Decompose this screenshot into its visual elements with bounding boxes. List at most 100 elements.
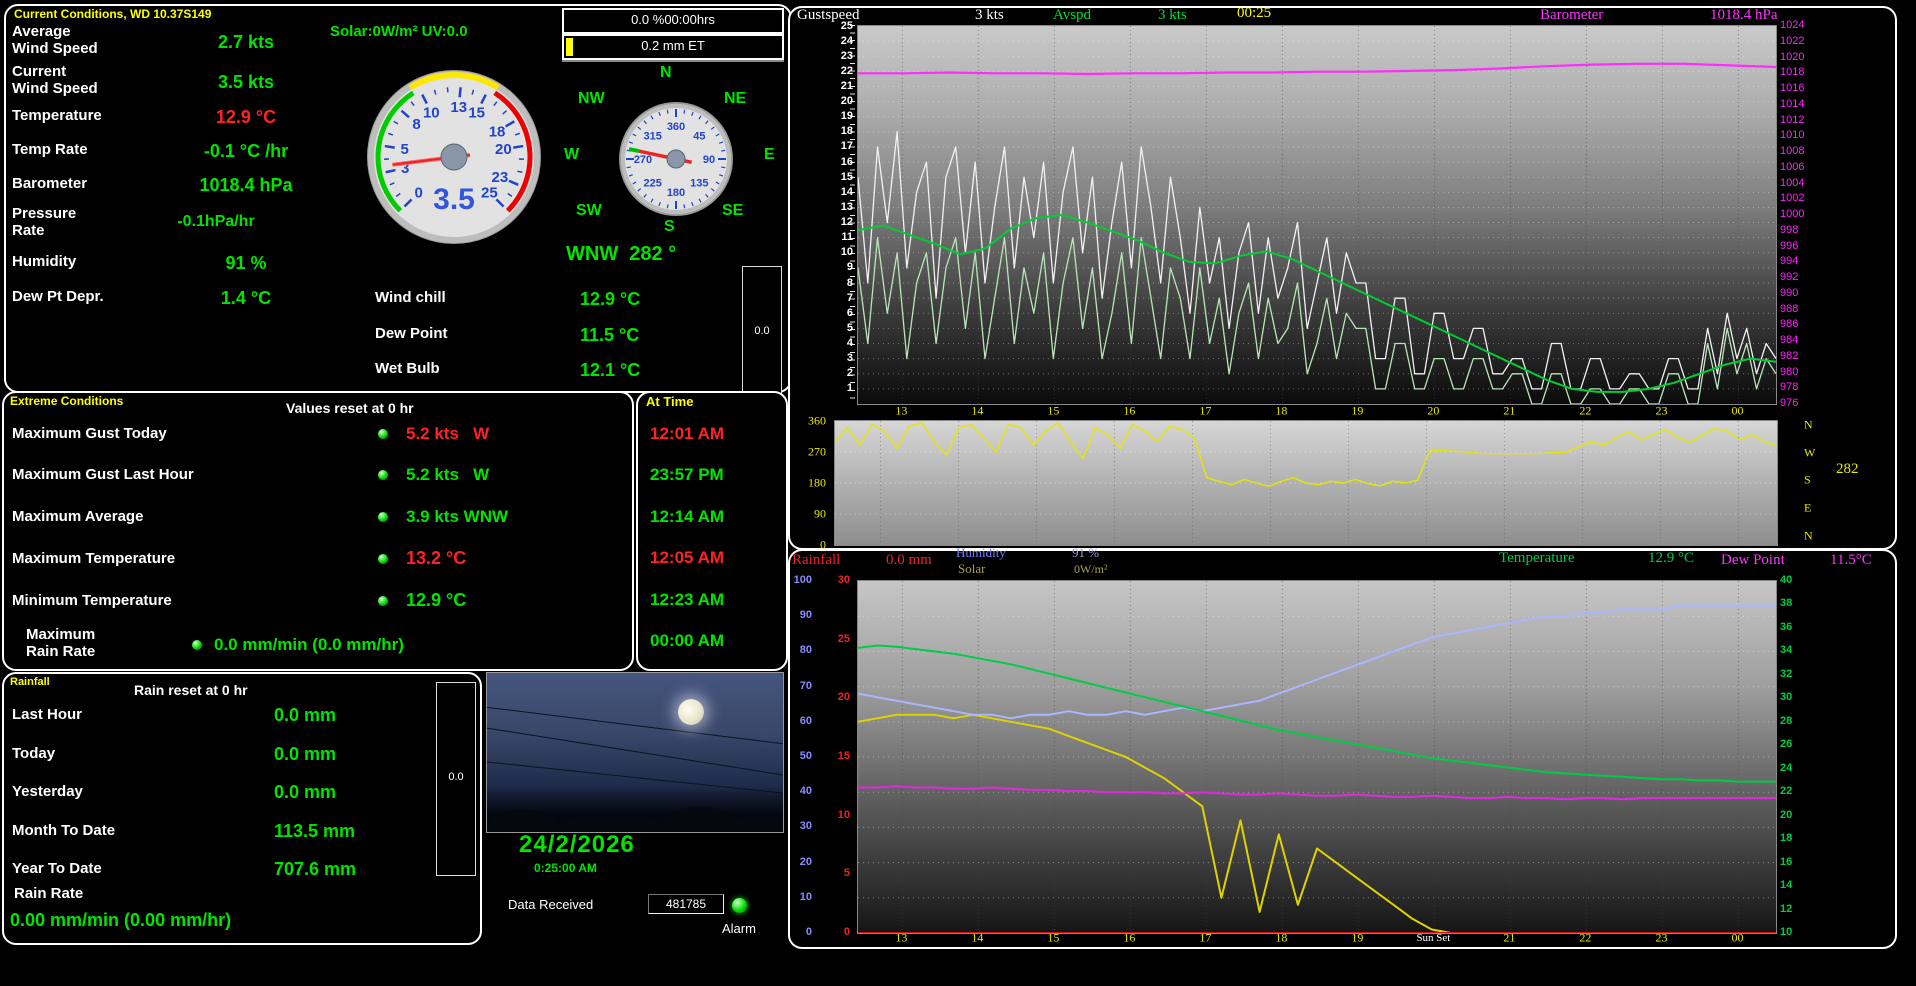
- status-led: [378, 554, 388, 564]
- baro-y-tick: 1010: [1780, 129, 1805, 142]
- row-label: Average Wind Speed: [12, 23, 98, 57]
- gust-y-tick: 11: [841, 231, 853, 244]
- dir-y-tick: 0: [820, 537, 826, 552]
- status-led: [192, 640, 202, 650]
- climate-green-tick: 16: [1780, 855, 1793, 868]
- humidity-series-label: Humidity: [956, 545, 1006, 560]
- solar-series-value: 0W/m²: [1074, 562, 1108, 576]
- uv-bar-gauge: 0.0: [742, 266, 782, 394]
- climate-blue-tick: 20: [799, 855, 812, 868]
- wind-direction-chart: [834, 420, 1778, 546]
- extreme-time: 12:23 AM: [650, 590, 725, 609]
- climate-x-tick: 16: [1123, 930, 1136, 945]
- gust-y-tick: 15: [840, 170, 853, 183]
- climate-x-tick: Sun Set: [1416, 932, 1451, 944]
- temperature-series-label: Temperature: [1499, 550, 1575, 566]
- gust-x-tick: 13: [895, 403, 908, 418]
- compass-cardinal-e: E: [764, 146, 775, 163]
- extreme-row-value: 5.2 kts W: [406, 424, 490, 443]
- compass-cardinal-w: W: [564, 146, 580, 163]
- svg-text:25: 25: [481, 184, 498, 201]
- dir-compass-letter: N: [1804, 528, 1813, 543]
- solar-uv-readout: Solar:0W/m² UV:0.0: [330, 23, 468, 40]
- extreme-row-label: Maximum Rain Rate: [26, 626, 96, 660]
- rain-row-value: 0.0 mm: [274, 782, 337, 802]
- gust-y-tick: 24: [840, 34, 853, 47]
- extreme-row-label: Maximum Temperature: [12, 550, 176, 567]
- dir-compass-letter: E: [1804, 500, 1812, 515]
- climate-x-tick: 13: [895, 930, 908, 945]
- gust-x-tick: 22: [1579, 403, 1592, 418]
- wind-direction-readout: WNW 282 °: [566, 243, 677, 265]
- current-time: 0:25:00 AM: [534, 861, 597, 875]
- row-label: Barometer: [12, 175, 88, 192]
- climate-x-tick: 17: [1199, 930, 1212, 945]
- dir-compass-letter: S: [1804, 472, 1811, 487]
- at-time-title: At Time: [646, 394, 694, 409]
- row-value: 91 %: [225, 253, 267, 273]
- svg-text:45: 45: [693, 131, 705, 143]
- wind-speed-gauge: 035810 13 15182023253.5: [367, 70, 541, 244]
- climate-green-tick: 38: [1780, 597, 1793, 610]
- gust-x-tick: 00: [1731, 403, 1744, 418]
- dewpoint-series-value: 11.5°C: [1830, 552, 1872, 568]
- climate-blue-tick: 50: [799, 750, 812, 762]
- gust-y-tick: 9: [846, 261, 853, 274]
- compass-cardinal-nw: NW: [578, 90, 605, 107]
- panel-title: Current Conditions, WD 10.37S149: [14, 7, 212, 21]
- extreme-time: 12:01 AM: [650, 424, 725, 443]
- gust-y-tick: 1: [846, 382, 853, 395]
- extreme-row-label: Maximum Average: [12, 508, 144, 525]
- current-date: 24/2/2026: [519, 831, 635, 858]
- svg-text:135: 135: [690, 177, 708, 189]
- svg-text:23: 23: [492, 169, 509, 186]
- gust-y-tick: 25: [840, 19, 853, 32]
- derived-value: 11.5 °C: [580, 325, 640, 345]
- gust-y-tick: 18: [840, 125, 853, 138]
- baro-y-tick: 1024: [1780, 19, 1805, 31]
- row-value: 1018.4 hPa: [199, 175, 293, 195]
- extreme-row-value: 3.9 kts WNW: [406, 507, 509, 526]
- climate-green-tick: 18: [1780, 832, 1793, 845]
- derived-label: Dew Point: [375, 325, 448, 342]
- rain-row-label: Month To Date: [12, 822, 116, 839]
- gust-y-tick: 22: [840, 64, 853, 77]
- svg-text:180: 180: [667, 187, 685, 199]
- data-received-value: 481785: [648, 894, 724, 914]
- rain-bar-value: 0.0: [448, 771, 464, 783]
- climate-x-tick: 14: [971, 930, 984, 945]
- rain-reset-note: Rain reset at 0 hr: [134, 682, 248, 698]
- rain-row-label: Last Hour: [12, 706, 83, 723]
- derived-label: Wet Bulb: [375, 360, 440, 377]
- extremes-title: Extreme Conditions: [10, 394, 124, 408]
- avgspeed-label: Avspd: [1053, 7, 1092, 23]
- svg-text:18: 18: [489, 124, 506, 141]
- climate-green-tick: 30: [1780, 691, 1793, 704]
- climate-green-tick: 20: [1780, 808, 1793, 821]
- tree-silhouette: [487, 786, 783, 832]
- baro-y-tick: 1018: [1780, 66, 1805, 79]
- moon-photo: [486, 672, 784, 833]
- baro-y-tick: 986: [1780, 318, 1799, 331]
- baro-y-tick: 1020: [1780, 50, 1805, 63]
- gust-y-tick: 13: [840, 200, 853, 213]
- rain-row-value: 707.6 mm: [274, 859, 357, 879]
- gust-y-tick: 4: [846, 337, 853, 350]
- gust-x-tick: 18: [1275, 403, 1288, 418]
- gust-x-tick: 19: [1351, 403, 1364, 418]
- extreme-conditions-panel: Extreme Conditions Values reset at 0 hr …: [2, 391, 634, 671]
- gust-x-tick: 16: [1123, 403, 1136, 418]
- climate-green-tick: 12: [1780, 902, 1793, 915]
- climate-green-tick: 28: [1780, 714, 1793, 727]
- temperature-series-value: 12.9 °C: [1648, 550, 1695, 566]
- rain-rate-value: 0.00 mm/min (0.00 mm/hr): [10, 910, 232, 930]
- status-led: [378, 470, 388, 480]
- baro-y-tick: 980: [1780, 365, 1799, 378]
- rain-row-value: 113.5 mm: [274, 821, 356, 841]
- svg-text:0: 0: [414, 184, 422, 201]
- climate-blue-tick: 80: [799, 644, 812, 657]
- sunshine-hours-box: 0.0 %00:00hrs: [562, 8, 784, 34]
- row-value: -0.1 °C /hr: [203, 141, 289, 161]
- row-value: -0.1hPa/hr: [177, 213, 255, 230]
- svg-text:15: 15: [468, 104, 485, 121]
